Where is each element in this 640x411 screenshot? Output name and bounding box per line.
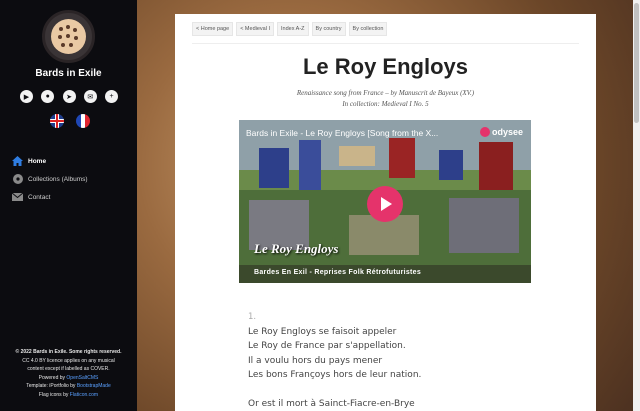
disc-icon — [12, 174, 23, 185]
english-flag-icon[interactable] — [50, 114, 64, 128]
envelope-icon — [12, 192, 23, 203]
crumb-medieval-i[interactable]: < Medieval I — [236, 22, 274, 36]
video-player[interactable]: Bards in Exile - Le Roy Engloys [Song fr… — [239, 120, 531, 283]
song-subtitle: Renaissance song from France – by Manusc… — [296, 89, 475, 97]
flaticon-link[interactable]: Flaticon.com — [70, 392, 98, 398]
language-switcher — [50, 114, 90, 128]
breadcrumb: < Home page < Medieval I Index A-Z By co… — [192, 22, 390, 36]
sidebar-item-contact[interactable]: Contact — [12, 188, 132, 206]
scrollbar-thumb[interactable] — [634, 3, 639, 123]
scrollbar[interactable] — [633, 0, 640, 411]
divider — [192, 43, 579, 44]
plus-icon[interactable]: + — [105, 90, 118, 103]
site-logo[interactable] — [42, 10, 95, 63]
telegram-icon[interactable]: ➤ — [62, 90, 76, 103]
lyrics-block: 1. Le Roy Engloys se faisoit appeler Le … — [248, 310, 588, 411]
video-overlay-title: Le Roy Engloys — [254, 241, 339, 256]
video-caption: Bardes En Exil - Reprises Folk Rétrofutu… — [254, 269, 422, 276]
tambourine-icon — [51, 19, 86, 54]
sidebar-item-label: Contact — [28, 193, 51, 201]
sidebar-item-label: Collections (Albums) — [28, 175, 88, 183]
messenger-icon[interactable]: ✉ — [83, 90, 97, 103]
video-title[interactable]: Bards in Exile - Le Roy Engloys [Song fr… — [246, 128, 438, 138]
crumb-by-collection[interactable]: By collection — [348, 22, 388, 36]
bootstrapmade-link[interactable]: BootstrapMade — [77, 383, 111, 389]
site-title: Bards in Exile — [35, 68, 102, 79]
lyric-line: Le Roy de France par s'appellation. — [248, 341, 406, 351]
sidebar-footer: © 2022 Bards in Exile. Some rights reser… — [0, 348, 137, 399]
crumb-by-country[interactable]: By country — [311, 22, 346, 36]
youtube-icon[interactable]: ▶ — [20, 90, 33, 103]
sidebar-item-collections[interactable]: Collections (Albums) — [12, 170, 132, 188]
sidebar-item-home[interactable]: Home — [12, 152, 132, 170]
crumb-index-a-z[interactable]: Index A-Z — [277, 22, 309, 36]
sidebar-item-label: Home — [28, 157, 47, 165]
page-title: Le Roy Engloys — [302, 54, 469, 79]
crumb-home-page[interactable]: < Home page — [192, 22, 234, 36]
sidebar: Bards in Exile ▶ ● ➤ ✉ + Home Collection… — [0, 0, 137, 411]
lyric-line: Le Roy Engloys se faisoit appeler — [248, 326, 397, 337]
lyric-line: Or est il mort à Sainct-Fiacre-en-Brye — [248, 398, 415, 409]
odysee-icon[interactable]: ● — [41, 90, 55, 103]
social-links: ▶ ● ➤ ✉ + — [20, 90, 118, 103]
sidebar-nav: Home Collections (Albums) Contact — [12, 152, 132, 206]
license-text: content except if labelled as COVER. — [27, 366, 110, 372]
odysee-logo[interactable]: odysee — [479, 127, 523, 137]
copyright-text: © 2022 Bards in Exile. Some rights reser… — [15, 349, 122, 355]
collection-info: In collection: Medieval I No. 5 — [342, 100, 429, 108]
flags-label: Flag icons by — [38, 391, 69, 398]
lyric-line: Il a voulu hors du pays mener — [248, 355, 383, 366]
play-button[interactable] — [367, 186, 403, 222]
template-label: Template: iPortfolio by — [26, 383, 76, 389]
powered-label: Powered by — [38, 374, 66, 381]
odysee-icon — [479, 127, 490, 137]
french-flag-icon[interactable] — [76, 114, 90, 128]
verse-number: 1. — [248, 312, 257, 322]
home-icon — [12, 156, 23, 167]
lyric-line: Les bons Françoys hors de leur nation. — [248, 370, 422, 380]
opensaltcms-link[interactable]: OpenSaltCMS — [66, 375, 98, 381]
license-text: CC 4.0 BY licence applies on any musical — [22, 357, 115, 364]
